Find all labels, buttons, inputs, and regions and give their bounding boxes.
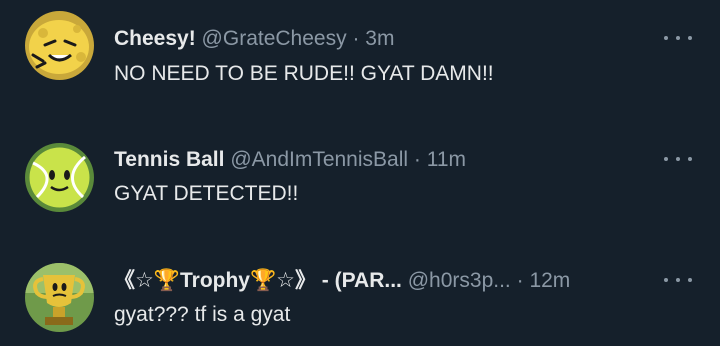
display-name[interactable]: 《☆🏆Trophy🏆☆》 - (PAR... bbox=[114, 269, 402, 292]
separator-dot: · bbox=[516, 269, 524, 292]
timestamp[interactable]: 12m bbox=[529, 269, 570, 292]
avatar[interactable] bbox=[25, 263, 94, 332]
user-handle[interactable]: @AndImTennisBall bbox=[230, 148, 408, 171]
tweet-text: GYAT DETECTED!! bbox=[114, 182, 299, 205]
timestamp[interactable]: 11m bbox=[427, 148, 466, 171]
user-handle[interactable]: @h0rs3p... bbox=[408, 269, 511, 292]
display-name[interactable]: Tennis Ball bbox=[114, 148, 224, 171]
more-options-icon[interactable] bbox=[664, 149, 692, 169]
more-options-icon[interactable] bbox=[664, 270, 692, 290]
tweet-header: Tennis Ball @AndImTennisBall · 11m bbox=[114, 147, 650, 173]
trophy-character-icon bbox=[25, 263, 94, 332]
tweet-item[interactable]: 《☆🏆Trophy🏆☆》 - (PAR... @h0rs3p... · 12m … bbox=[0, 0, 720, 332]
tweet-header: 《☆🏆Trophy🏆☆》 - (PAR... @h0rs3p... · 12m bbox=[114, 268, 646, 294]
avatar[interactable] bbox=[25, 143, 94, 212]
tweet-text: gyat??? tf is a gyat bbox=[114, 303, 291, 326]
tennis-ball-character-icon bbox=[25, 143, 94, 212]
separator-dot: · bbox=[413, 148, 421, 171]
